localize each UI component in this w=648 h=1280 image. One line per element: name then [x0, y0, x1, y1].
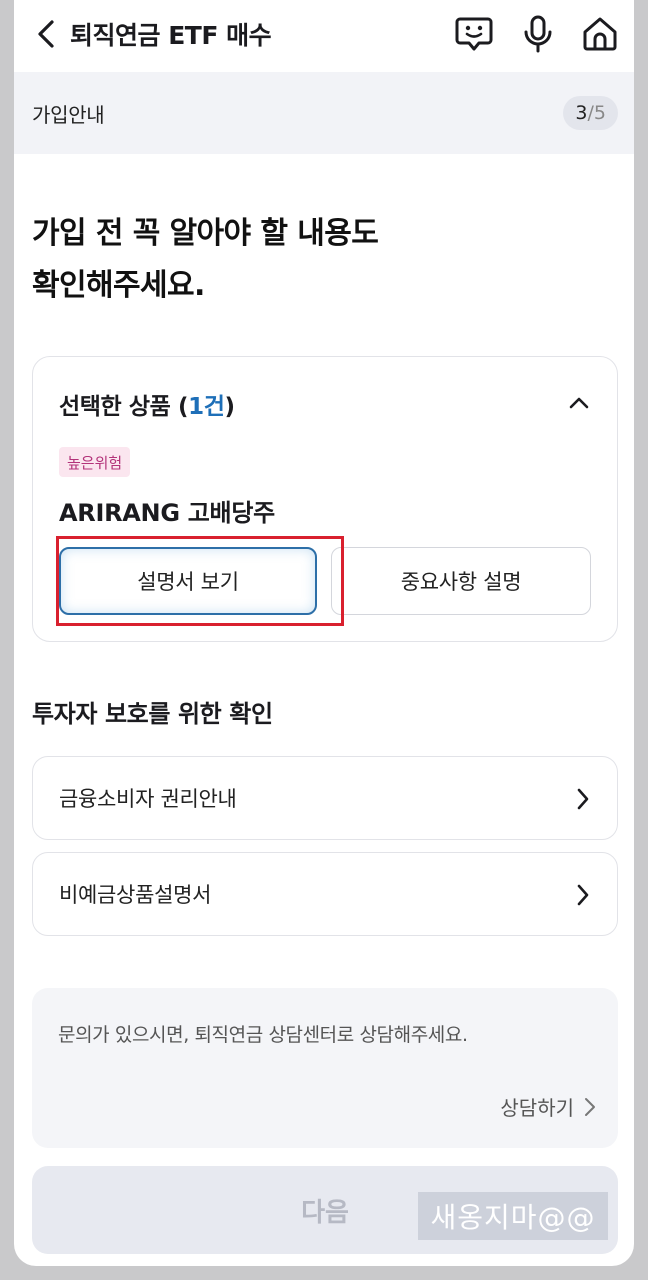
- view-prospectus-button[interactable]: 설명서 보기: [59, 547, 317, 615]
- watermark: 새옹지마@@: [418, 1192, 608, 1240]
- chevron-right-icon: [585, 1097, 595, 1116]
- step-progress-bar: 가입안내 3 / 5: [14, 72, 634, 154]
- collapse-button[interactable]: [563, 387, 595, 419]
- step-label: 가입안내: [32, 102, 105, 127]
- step-total: 5: [593, 102, 606, 124]
- chatbot-button[interactable]: [454, 14, 494, 54]
- back-icon: [38, 20, 54, 48]
- page-title: 퇴직연금 ETF 매수: [70, 21, 272, 50]
- non-deposit-product-doc-label: 비예금상품설명서: [59, 883, 212, 907]
- home-icon: [583, 17, 617, 51]
- chevron-up-icon: [569, 397, 589, 409]
- home-button[interactable]: [580, 14, 620, 54]
- key-info-button[interactable]: 중요사항 설명: [331, 547, 591, 615]
- risk-level-badge: 높은위험: [59, 447, 131, 477]
- microphone-icon: [524, 15, 552, 53]
- consumer-rights-label: 금융소비자 권리안내: [59, 787, 237, 811]
- chevron-right-icon: [569, 785, 597, 813]
- selected-product-title: 선택한 상품 (1건): [59, 387, 235, 421]
- main-heading-line2: 확인해주세요.: [32, 268, 205, 303]
- step-counter-badge: 3 / 5: [563, 96, 618, 130]
- selected-product-count: 1건: [188, 394, 225, 420]
- inquiry-box: 문의가 있으시면, 퇴직연금 상담센터로 상담해주세요. 상담하기: [32, 988, 618, 1148]
- non-deposit-product-doc-link[interactable]: 비예금상품설명서: [32, 852, 618, 936]
- main-heading: 가입 전 꼭 알아야 할 내용도 확인해주세요.: [32, 208, 379, 312]
- consult-link[interactable]: 상담하기: [500, 1092, 596, 1121]
- back-button[interactable]: [28, 14, 64, 54]
- chevron-right-icon: [569, 881, 597, 909]
- top-app-bar: 퇴직연금 ETF 매수: [14, 0, 634, 72]
- inquiry-text: 문의가 있으시면, 퇴직연금 상담센터로 상담해주세요.: [58, 1024, 468, 1046]
- selected-product-title-suffix: ): [224, 394, 236, 420]
- product-name: ARIRANG 고배당주: [59, 499, 275, 527]
- selected-product-title-prefix: 선택한 상품 (: [59, 394, 189, 420]
- chatbot-icon: [455, 17, 493, 51]
- step-current: 3: [575, 102, 588, 124]
- main-heading-line1: 가입 전 꼭 알아야 할 내용도: [32, 216, 379, 251]
- app-screen: 퇴직연금 ETF 매수 가입안내 3 / 5 가입 전 꼭 알아야 할 내용도 …: [14, 0, 634, 1266]
- consumer-rights-link[interactable]: 금융소비자 권리안내: [32, 756, 618, 840]
- selected-product-card: 선택한 상품 (1건) 높은위험 ARIRANG 고배당주 설명서 보기 중요사…: [32, 356, 618, 642]
- consult-label: 상담하기: [500, 1096, 574, 1120]
- voice-button[interactable]: [518, 14, 558, 54]
- investor-protection-title: 투자자 보호를 위한 확인: [32, 700, 273, 728]
